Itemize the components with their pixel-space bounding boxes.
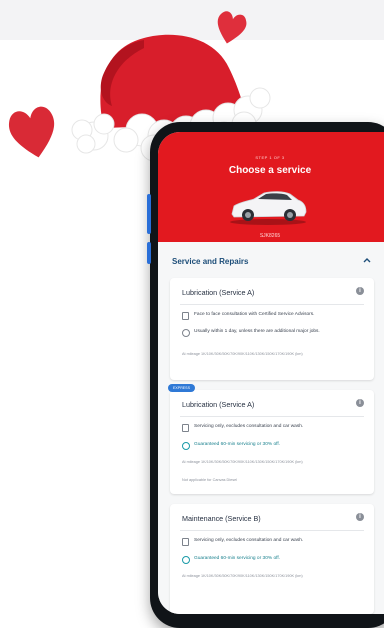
mileage-note: At mileage 1K/10K/30K/50K/70K/90K/110K/1…: [182, 460, 303, 464]
service-card-title: Lubrication (Service A): [182, 400, 255, 409]
clock-icon: [182, 556, 190, 564]
service-feature-text: Servicing only, excludes consultation an…: [194, 424, 304, 429]
section-header-service-and-repairs[interactable]: Service and Repairs: [162, 254, 372, 270]
section-title: Service and Repairs: [172, 257, 249, 266]
divider: [180, 416, 364, 417]
service-feature: Servicing only, excludes consultation an…: [182, 424, 364, 434]
service-feature: Usually within 1 day, unless there are a…: [182, 329, 364, 343]
mileage-note: At mileage 1K/10K/30K/50K/70K/90K/110K/1…: [182, 574, 303, 578]
service-feature: Guaranteed 60-min servicing or 30% off.: [182, 556, 364, 566]
mileage-note: At mileage 1K/10K/30K/50K/70K/90K/110K/1…: [182, 352, 303, 356]
car-icon: [230, 191, 307, 225]
service-card-title: Lubrication (Service A): [182, 288, 255, 297]
phone-side-button: [147, 194, 151, 234]
service-list-area: Service and Repairs Lubrication (Service…: [158, 242, 384, 614]
chevron-up-icon[interactable]: [362, 256, 372, 264]
phone-screen: STEP 1 OF 3 Choose a service SJK8265 Ser…: [158, 132, 384, 614]
document-icon: [182, 312, 189, 320]
service-feature-text: Face to face consultation with Certified…: [194, 312, 315, 317]
screen-title: Choose a service: [228, 165, 312, 176]
info-icon[interactable]: i: [356, 513, 364, 521]
service-feature: Guaranteed 60-min servicing or 30% off.: [182, 442, 364, 452]
step-label: STEP 1 OF 3: [255, 155, 285, 160]
service-feature-text: Usually within 1 day, unless there are a…: [194, 329, 320, 334]
clock-icon: [182, 442, 190, 450]
info-icon[interactable]: i: [356, 399, 364, 407]
service-feature-text: Guaranteed 60-min servicing or 30% off.: [194, 442, 281, 447]
express-badge: EXPRESS: [168, 384, 195, 392]
service-card[interactable]: Lubrication (Service A) i Face to face c…: [170, 278, 374, 380]
screen-header: STEP 1 OF 3 Choose a service SJK8265: [158, 132, 384, 242]
divider: [180, 304, 364, 305]
clock-icon: [182, 329, 190, 337]
service-feature: Servicing only, excludes consultation an…: [182, 538, 364, 548]
service-card[interactable]: EXPRESS Lubrication (Service A) i Servic…: [168, 384, 374, 494]
divider: [180, 530, 364, 531]
service-card[interactable]: Maintenance (Service B) i Servicing only…: [170, 504, 374, 614]
license-plate: SJK8265: [259, 233, 281, 239]
service-feature: Face to face consultation with Certified…: [182, 312, 364, 326]
info-icon[interactable]: i: [356, 287, 364, 295]
service-card-title: Maintenance (Service B): [182, 514, 261, 523]
phone-mockup: STEP 1 OF 3 Choose a service SJK8265 Ser…: [147, 122, 384, 628]
service-feature-text: Guaranteed 60-min servicing or 30% off.: [194, 556, 281, 561]
applicability-note: Not applicable for Canvas Diesel: [182, 478, 238, 482]
phone-side-button: [147, 242, 151, 264]
service-feature-text: Servicing only, excludes consultation an…: [194, 538, 304, 543]
document-icon: [182, 424, 189, 432]
heart-icon: [8, 106, 55, 158]
document-icon: [182, 538, 189, 546]
